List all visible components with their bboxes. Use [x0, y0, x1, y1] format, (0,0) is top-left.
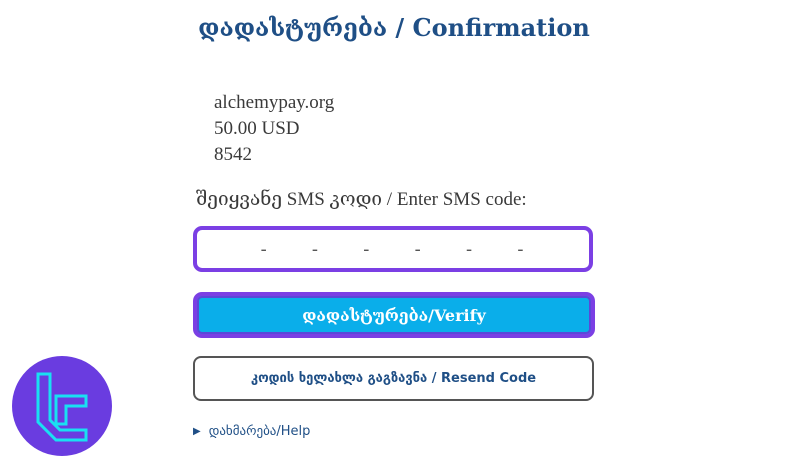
sms-code-input[interactable]	[193, 226, 593, 272]
sms-code-prompt: შეიყვანე SMS კოდი / Enter SMS code:	[196, 189, 527, 210]
brand-logo-graphic	[12, 356, 112, 456]
resend-code-button[interactable]: კოდის ხელახლა გაგზავნა / Resend Code	[193, 356, 594, 401]
card-last-digits: 8542	[214, 144, 252, 165]
brand-logo-icon	[12, 356, 112, 456]
amount-value: 50.00 USD	[214, 118, 300, 139]
triangle-right-icon: ▶	[193, 426, 201, 437]
help-label: დახმარება/Help	[208, 424, 311, 439]
page-title: დადასტურება / Confirmation	[198, 13, 590, 42]
help-toggle[interactable]: ▶ დახმარება/Help	[193, 424, 310, 439]
verify-button[interactable]: დადასტურება/Verify	[193, 292, 595, 338]
transaction-details: alchemypay.org 50.00 USD 8542	[214, 90, 334, 168]
merchant-name: alchemypay.org	[214, 92, 335, 113]
